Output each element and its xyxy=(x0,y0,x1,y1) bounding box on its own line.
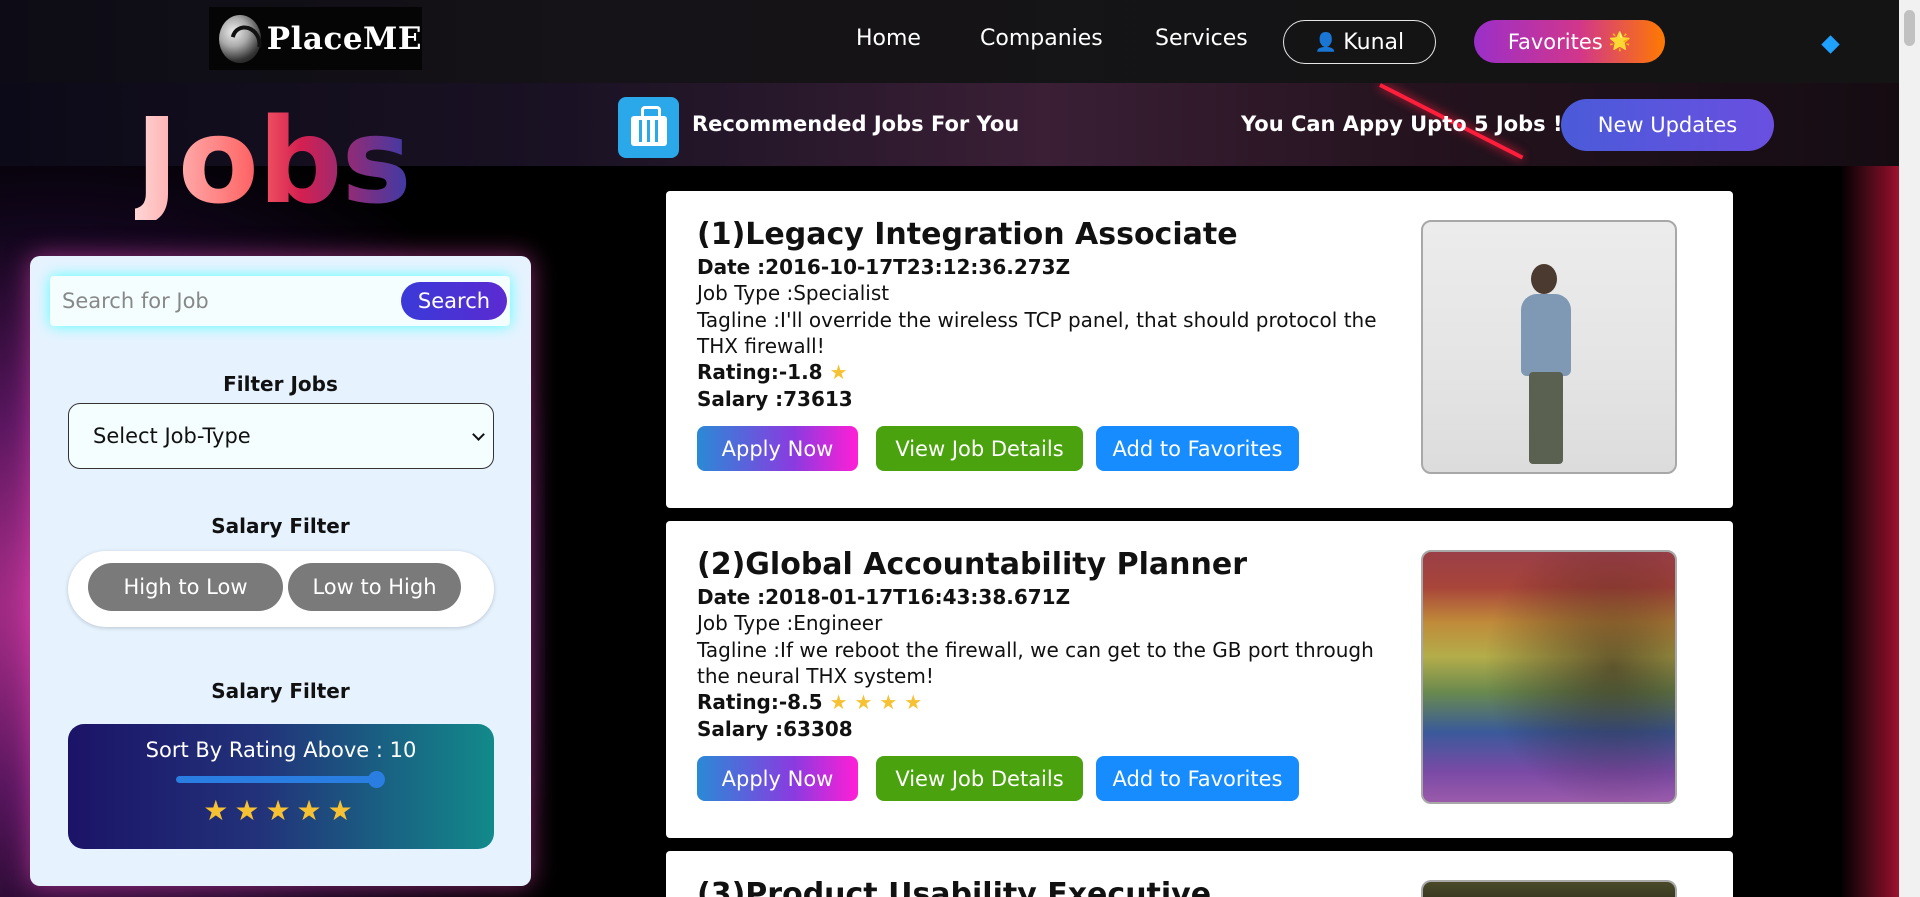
view-job-details-button[interactable]: View Job Details xyxy=(876,756,1083,801)
job-tagline: Tagline :If we reboot the firewall, we c… xyxy=(697,638,1374,688)
rating-filter-heading: Salary Filter xyxy=(211,679,350,703)
chevron-down-icon xyxy=(472,428,485,441)
page-title: Jobs xyxy=(135,92,412,230)
nav-home-link[interactable]: Home xyxy=(856,26,921,51)
salary-filter-heading: Salary Filter xyxy=(211,514,350,538)
logo-icon xyxy=(219,14,261,63)
filter-sidebar: Search Filter Jobs Select Job-Type Salar… xyxy=(30,256,531,886)
job-card: (2)Global Accountability Planner Date :2… xyxy=(666,521,1733,838)
new-updates-button[interactable]: New Updates xyxy=(1561,99,1774,151)
recommended-text: Recommended Jobs For You xyxy=(692,112,1020,136)
diamond-icon[interactable] xyxy=(1821,35,1840,54)
briefcase-icon xyxy=(618,97,679,158)
logo[interactable]: PlaceME xyxy=(209,7,422,70)
view-job-details-button[interactable]: View Job Details xyxy=(876,426,1083,471)
nav-services-link[interactable]: Services xyxy=(1155,26,1248,51)
logo-text: PlaceME xyxy=(266,20,422,57)
scrollbar[interactable] xyxy=(1899,0,1920,897)
job-type: Job Type :Engineer xyxy=(697,611,883,635)
job-image xyxy=(1421,550,1677,804)
scrollbar-thumb[interactable] xyxy=(1904,10,1915,46)
right-background-glow xyxy=(1840,166,1899,897)
sort-high-to-low-button[interactable]: High to Low xyxy=(88,563,283,611)
apply-now-button[interactable]: Apply Now xyxy=(697,426,858,471)
rating-filter: Sort By Rating Above : 10 ★★★★★ xyxy=(68,724,494,849)
rating-filter-label: Sort By Rating Above : 10 xyxy=(145,738,417,762)
rating-slider-track[interactable] xyxy=(176,776,376,783)
favorites-label: Favorites xyxy=(1507,29,1603,54)
star-icon: ★ ★ ★ ★ xyxy=(829,690,923,714)
search-input[interactable] xyxy=(50,289,370,313)
job-rating-value: Rating:-1.8 xyxy=(697,360,823,384)
add-to-favorites-button[interactable]: Add to Favorites xyxy=(1096,756,1299,801)
search-button[interactable]: Search xyxy=(401,282,507,320)
job-type: Job Type :Specialist xyxy=(697,281,890,305)
rating-slider-thumb[interactable] xyxy=(368,771,385,788)
apply-now-button[interactable]: Apply Now xyxy=(697,756,858,801)
filter-heading: Filter Jobs xyxy=(223,372,338,396)
job-date: Date :2016-10-17T23:12:36.273Z xyxy=(697,255,1071,279)
job-image xyxy=(1421,880,1677,897)
job-title: (3)Product Usability Executive xyxy=(697,877,1212,897)
navbar: PlaceME Home Companies Services 👤 Kunal … xyxy=(0,0,1899,83)
job-tagline: Tagline :I'll override the wireless TCP … xyxy=(697,308,1377,358)
job-title: (2)Global Accountability Planner xyxy=(697,547,1247,582)
user-name: Kunal xyxy=(1343,29,1405,55)
job-type-select-value: Select Job-Type xyxy=(93,424,251,448)
nav-companies-link[interactable]: Companies xyxy=(980,26,1103,51)
job-salary: Salary :63308 xyxy=(697,717,853,741)
user-icon: 👤 xyxy=(1314,31,1338,53)
salary-sort-group: High to Low Low to High xyxy=(68,551,494,627)
star-icon: ★ xyxy=(829,360,848,384)
sun-icon: 🌟 xyxy=(1608,31,1632,52)
job-type-select[interactable]: Select Job-Type xyxy=(68,403,494,469)
search-bar: Search xyxy=(50,276,510,326)
favorites-button[interactable]: Favorites 🌟 xyxy=(1474,20,1665,63)
add-to-favorites-button[interactable]: Add to Favorites xyxy=(1096,426,1299,471)
job-salary: Salary :73613 xyxy=(697,387,853,411)
user-button[interactable]: 👤 Kunal xyxy=(1283,20,1436,64)
job-rating: Rating:-8.5 ★ ★ ★ ★ xyxy=(697,690,1397,714)
sort-low-to-high-button[interactable]: Low to High xyxy=(288,563,461,611)
job-image xyxy=(1421,220,1677,474)
job-title: (1)Legacy Integration Associate xyxy=(697,217,1238,252)
job-card: (1)Legacy Integration Associate Date :20… xyxy=(666,191,1733,508)
apply-limit-text: You Can Appy Upto 5 Jobs ! xyxy=(1241,112,1563,136)
job-date: Date :2018-01-17T16:43:38.671Z xyxy=(697,585,1071,609)
job-rating: Rating:-1.8 ★ xyxy=(697,360,1397,384)
job-rating-value: Rating:-8.5 xyxy=(697,690,823,714)
rating-stars: ★★★★★ xyxy=(203,794,359,827)
job-card: (3)Product Usability Executive xyxy=(666,851,1733,897)
